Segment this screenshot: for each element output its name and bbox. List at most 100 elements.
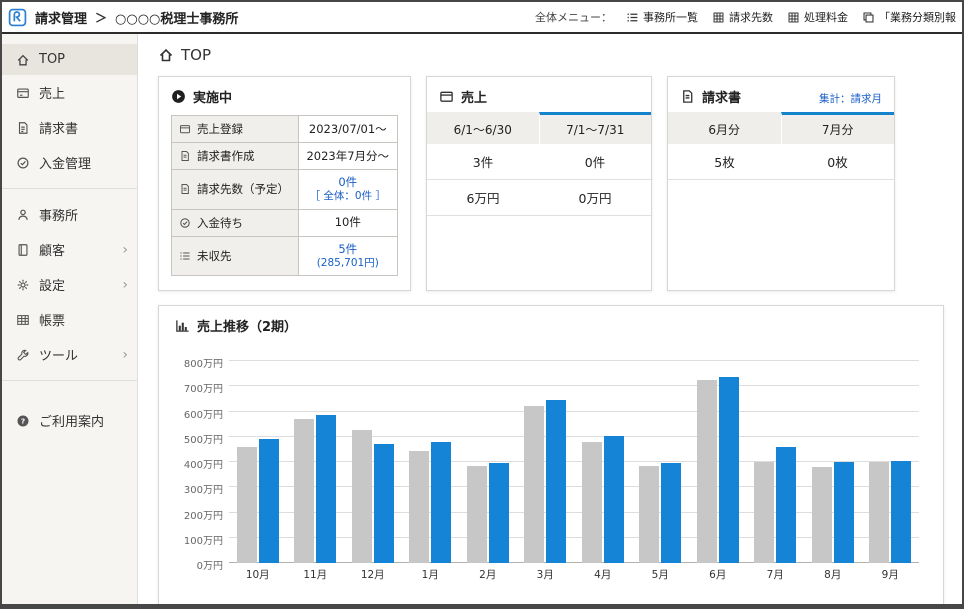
- sidebar-item-tools[interactable]: ツール ›: [2, 337, 137, 372]
- bar-groups: 10月11月12月1月2月3月4月5月6月7月8月9月: [229, 361, 919, 563]
- bar-series-1: [524, 406, 544, 563]
- table-row: 請求書作成 2023年7月分～: [172, 143, 398, 170]
- bar-series-1: [294, 419, 314, 563]
- x-tick-label: 8月: [824, 567, 841, 582]
- task-label: 請求書作成: [197, 148, 255, 164]
- app-window: 請求管理 ＞ ○○○○税理士事務所 全体メニュー： 事務所一覧: [0, 0, 964, 609]
- tab-july[interactable]: 7月分: [781, 112, 895, 144]
- invoice-count-row: 5枚 0枚: [668, 144, 894, 180]
- check-circle-icon: [179, 217, 191, 229]
- y-tick-label: 300万円: [177, 481, 223, 496]
- sidebar-item-help[interactable]: ? ご利用案内: [2, 403, 137, 438]
- x-tick-label: 9月: [882, 567, 899, 582]
- sidebar-item-invoice[interactable]: 請求書: [2, 110, 137, 145]
- play-circle-icon: [171, 89, 186, 104]
- document-icon: [16, 121, 30, 135]
- page-title: TOP: [158, 46, 948, 64]
- bar-series-1: [869, 462, 889, 563]
- bar-series-2: [259, 439, 279, 563]
- card-icon: [439, 89, 454, 104]
- list-icon: [626, 11, 639, 24]
- table-icon: [16, 313, 30, 327]
- grid-icon: [787, 11, 800, 24]
- sidebar-item-label: 請求書: [39, 118, 78, 137]
- task-label: 未収先: [197, 248, 232, 264]
- bar-series-2: [891, 461, 911, 563]
- task-value-link[interactable]: 0件 ［ 全体：0件 ］: [298, 170, 397, 210]
- menu-item-office-list[interactable]: 事務所一覧: [626, 9, 698, 25]
- menu-item-label: 「業務分類別報: [879, 9, 956, 25]
- global-menu-label: 全体メニュー：: [535, 9, 612, 25]
- document-icon: [179, 183, 191, 195]
- sidebar-item-label: 入金管理: [39, 153, 91, 172]
- sales-trend-card: 売上推移（2期） 0万円100万円200万円300万円400万円500万円600…: [158, 305, 944, 604]
- bar-series-2: [316, 415, 336, 563]
- sidebar-item-label: 帳票: [39, 310, 65, 329]
- app-title: 請求管理: [35, 8, 87, 27]
- y-tick-label: 100万円: [177, 532, 223, 547]
- sidebar-item-label: 顧客: [39, 240, 65, 259]
- table-row: 入金待ち 10件: [172, 209, 398, 236]
- sidebar-item-label: 事務所: [39, 205, 78, 224]
- copy-icon: [862, 11, 875, 24]
- x-tick-label: 5月: [652, 567, 669, 582]
- sidebar: TOP 売上 請求書: [2, 34, 138, 604]
- sidebar-item-customers[interactable]: 顧客 ›: [2, 232, 137, 267]
- sidebar-item-payment[interactable]: 入金管理: [2, 145, 137, 180]
- sidebar-item-settings[interactable]: 設定 ›: [2, 267, 137, 302]
- x-tick-label: 1月: [422, 567, 439, 582]
- task-label: 売上登録: [197, 121, 243, 137]
- sidebar-item-reports[interactable]: 帳票: [2, 302, 137, 337]
- card-title-text: 請求書: [702, 87, 741, 106]
- bar-group: 2月: [459, 361, 517, 563]
- bar-series-1: [237, 447, 257, 563]
- sales-period-tabs: 6/1～6/30 7/1～7/31: [427, 112, 651, 144]
- task-value: 2023年7月分～: [306, 149, 390, 164]
- y-tick-label: 200万円: [177, 507, 223, 522]
- document-icon: [179, 150, 191, 162]
- x-tick-label: 7月: [767, 567, 784, 582]
- gear-icon: [16, 278, 30, 292]
- y-tick-label: 0万円: [177, 557, 223, 572]
- tab-june[interactable]: 6月分: [668, 112, 781, 144]
- bar-group: 5月: [632, 361, 690, 563]
- tab-current-period[interactable]: 7/1～7/31: [539, 112, 652, 144]
- breadcrumb-separator: ＞: [95, 9, 107, 26]
- y-tick-label: 400万円: [177, 456, 223, 471]
- card-invoice: 請求書 集計：請求月 6月分 7月分 5枚 0枚: [667, 76, 895, 291]
- menu-item-work-category-report[interactable]: 「業務分類別報: [862, 9, 956, 25]
- bar-series-2: [431, 442, 451, 563]
- table-row: 請求先数（予定） 0件 ［ 全体：0件 ］: [172, 170, 398, 210]
- bar-series-1: [639, 466, 659, 563]
- task-value-link[interactable]: 5件 (285,701円): [298, 236, 397, 276]
- aggregate-by-billing-month-link[interactable]: 集計：請求月: [819, 91, 882, 106]
- app-logo-icon: [8, 8, 27, 27]
- sidebar-item-sales[interactable]: 売上: [2, 75, 137, 110]
- sidebar-item-label: 設定: [39, 275, 65, 294]
- x-tick-label: 6月: [709, 567, 726, 582]
- office-name: ○○○○税理士事務所: [115, 8, 238, 27]
- card-icon: [179, 123, 191, 135]
- main-content: TOP 実施中: [138, 34, 962, 604]
- bar-group: 1月: [402, 361, 460, 563]
- sidebar-item-top[interactable]: TOP: [2, 44, 137, 75]
- list-icon: [179, 250, 191, 262]
- bar-series-2: [374, 444, 394, 563]
- chart-plot: 0万円100万円200万円300万円400万円500万円600万円700万円80…: [229, 361, 919, 563]
- x-tick-label: 11月: [303, 567, 327, 582]
- y-tick-label: 600万円: [177, 406, 223, 421]
- sidebar-item-office[interactable]: 事務所: [2, 197, 137, 232]
- bar-series-2: [776, 447, 796, 563]
- bar-series-1: [697, 380, 717, 563]
- menu-item-processing-fee[interactable]: 処理料金: [787, 9, 848, 25]
- person-icon: [16, 208, 30, 222]
- check-circle-icon: [16, 156, 30, 170]
- chevron-right-icon: ›: [122, 278, 128, 292]
- x-tick-label: 4月: [594, 567, 611, 582]
- x-tick-label: 12月: [361, 567, 385, 582]
- bar-series-2: [834, 462, 854, 563]
- tab-previous-period[interactable]: 6/1～6/30: [427, 112, 539, 144]
- sidebar-item-label: ご利用案内: [39, 411, 104, 430]
- bar-group: 8月: [804, 361, 862, 563]
- menu-item-billing-count[interactable]: 請求先数: [712, 9, 773, 25]
